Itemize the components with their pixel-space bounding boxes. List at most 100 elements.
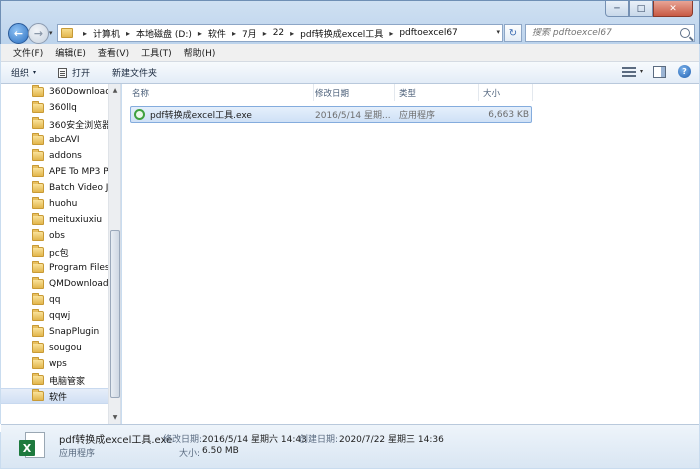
sidebar-item-label: 360安全浏览器 bbox=[49, 120, 108, 131]
breadcrumb-separator[interactable]: ▸ bbox=[290, 29, 294, 38]
details-filename: pdf转换成excel工具.exe bbox=[59, 435, 173, 446]
folder-icon bbox=[32, 261, 44, 273]
sidebar-item[interactable]: 360llq bbox=[1, 100, 108, 116]
search-input[interactable] bbox=[532, 28, 672, 38]
column-header-type[interactable]: 类型 bbox=[395, 84, 479, 101]
sidebar-item[interactable]: 软件 bbox=[1, 388, 108, 404]
sidebar-item[interactable]: wps bbox=[1, 356, 108, 372]
file-type: 应用程序 bbox=[399, 111, 436, 121]
breadcrumb-item[interactable]: 7月 bbox=[242, 27, 257, 40]
view-options-icon[interactable] bbox=[621, 66, 636, 78]
nav-scrollbar[interactable]: ▲ ▼ bbox=[108, 84, 120, 424]
organize-button[interactable]: 组织 ▾ bbox=[11, 66, 36, 79]
column-header-name[interactable]: 名称 bbox=[128, 84, 314, 101]
file-modified: 2016/5/14 星期... bbox=[315, 111, 391, 121]
sidebar-item[interactable]: pc包 bbox=[1, 244, 108, 260]
sidebar-item[interactable]: 360安全浏览器 bbox=[1, 116, 108, 132]
sidebar-item-label: 360llq bbox=[49, 103, 77, 113]
close-button[interactable]: ✕ bbox=[653, 1, 693, 17]
details-created-label: 创建日期: bbox=[299, 435, 339, 445]
refresh-button[interactable]: ↻ bbox=[504, 24, 522, 42]
preview-pane-icon[interactable] bbox=[653, 65, 666, 78]
sidebar-item[interactable]: huohu bbox=[1, 196, 108, 212]
sidebar-item[interactable]: obs bbox=[1, 228, 108, 244]
new-folder-button[interactable]: 新建文件夹 bbox=[112, 66, 157, 79]
address-dropdown[interactable]: ▾ bbox=[496, 28, 500, 36]
maximize-button[interactable]: □ bbox=[629, 1, 653, 17]
search-icon[interactable] bbox=[680, 28, 690, 38]
sidebar-item-label: addons bbox=[49, 151, 82, 161]
breadcrumb-item[interactable]: 22 bbox=[273, 28, 284, 38]
address-bar[interactable]: ▸ 计算机 ▸ 本地磁盘 (D:) ▸ 软件 ▸ 7月 ▸ 22 ▸ pdf转换成excel工具 ▸ pd… bbox=[57, 24, 503, 42]
breadcrumb-item[interactable]: pdftoexcel67 bbox=[399, 28, 457, 38]
folder-icon bbox=[32, 293, 44, 305]
sidebar-item[interactable]: 360Downloads bbox=[1, 84, 108, 100]
scroll-up-icon[interactable]: ▲ bbox=[109, 84, 120, 97]
sidebar-item[interactable]: APE To MP3 Pl bbox=[1, 164, 108, 180]
back-button[interactable]: ← bbox=[8, 23, 29, 44]
menu-item[interactable]: 查看(V) bbox=[92, 46, 135, 59]
scroll-down-icon[interactable]: ▼ bbox=[109, 411, 120, 424]
excel-file-icon: X bbox=[19, 432, 47, 460]
forward-button[interactable]: → bbox=[28, 23, 49, 44]
menu-item[interactable]: 编辑(E) bbox=[49, 46, 92, 59]
folder-icon bbox=[32, 181, 44, 193]
scrollbar-thumb[interactable] bbox=[110, 230, 120, 398]
menu-item[interactable]: 工具(T) bbox=[135, 46, 178, 59]
breadcrumb: ▸ 计算机 ▸ 本地磁盘 (D:) ▸ 软件 ▸ 7月 ▸ 22 ▸ pdf转换成excel工具 ▸ pd… bbox=[77, 27, 458, 40]
recent-pages-dropdown[interactable]: ▾ bbox=[49, 29, 53, 37]
column-header-modified[interactable]: 修改日期 bbox=[311, 84, 395, 101]
breadcrumb-separator[interactable]: ▸ bbox=[83, 29, 87, 38]
file-name-cell: pdf转换成excel工具.exe bbox=[134, 107, 314, 122]
help-icon[interactable]: ? bbox=[678, 65, 691, 78]
sidebar-item[interactable]: qqwj bbox=[1, 308, 108, 324]
breadcrumb-item[interactable]: pdf转换成excel工具 bbox=[300, 27, 383, 40]
title-bar: ─ □ ✕ ← → ▾ ▸ 计算机 ▸ 本地磁盘 (D:) ▸ 软件 ▸ 7月 ▸ 22 ▸ pdf转… bbox=[0, 0, 700, 44]
breadcrumb-separator[interactable]: ▸ bbox=[263, 29, 267, 38]
sidebar-item-label: APE To MP3 Pl bbox=[49, 167, 108, 177]
sidebar-item[interactable]: qq bbox=[1, 292, 108, 308]
sidebar-item[interactable]: Batch Video Jo bbox=[1, 180, 108, 196]
sidebar-item-label: 软件 bbox=[49, 392, 68, 403]
sidebar-item-label: Program Files bbox=[49, 263, 108, 273]
folder-icon bbox=[32, 197, 44, 209]
folder-icon bbox=[32, 357, 44, 369]
details-modified-label: 修改日期: bbox=[163, 435, 203, 445]
breadcrumb-item[interactable]: 本地磁盘 (D:) bbox=[136, 27, 192, 40]
breadcrumb-item[interactable]: 软件 bbox=[208, 27, 226, 40]
sidebar-item-label: qq bbox=[49, 295, 61, 305]
breadcrumb-separator[interactable]: ▸ bbox=[389, 29, 393, 38]
sidebar-item[interactable]: abcAVI bbox=[1, 132, 108, 148]
file-list[interactable]: 名称 修改日期 类型 大小 pdf转换成excel工具.exe 2016/5/1… bbox=[122, 84, 699, 432]
menu-item[interactable]: 文件(F) bbox=[7, 46, 49, 59]
sidebar-item[interactable]: SnapPlugin bbox=[1, 324, 108, 340]
breadcrumb-separator[interactable]: ▸ bbox=[198, 29, 202, 38]
sidebar-item[interactable]: addons bbox=[1, 148, 108, 164]
column-header-size[interactable]: 大小 bbox=[479, 84, 533, 101]
menu-item[interactable]: 帮助(H) bbox=[178, 46, 222, 59]
file-name: pdf转换成excel工具.exe bbox=[150, 111, 252, 121]
sidebar-item[interactable]: QMDownload bbox=[1, 276, 108, 292]
details-size-value: 6.50 MB bbox=[202, 446, 239, 456]
details-modified-value: 2016/5/14 星期六 14:43 bbox=[202, 435, 307, 445]
open-button[interactable]: 打开 bbox=[58, 66, 90, 79]
view-dropdown-icon[interactable]: ▾ bbox=[640, 68, 643, 75]
sidebar-item-label: 电脑管家 bbox=[49, 376, 86, 387]
sidebar-item[interactable]: sougou bbox=[1, 340, 108, 356]
table-row[interactable]: pdf转换成excel工具.exe 2016/5/14 星期... 应用程序 6… bbox=[130, 106, 532, 123]
breadcrumb-item[interactable]: 计算机 bbox=[93, 27, 120, 40]
folder-icon bbox=[32, 245, 44, 257]
navigation-pane[interactable]: 软件 电脑管家 wps sougou SnapPlugin qqwj qq QMDownloa… bbox=[1, 84, 121, 424]
sidebar-item[interactable]: Program Files bbox=[1, 260, 108, 276]
sidebar-item[interactable]: meituxiuxiu bbox=[1, 212, 108, 228]
breadcrumb-separator[interactable]: ▸ bbox=[126, 29, 130, 38]
details-created-value: 2020/7/22 星期三 14:36 bbox=[339, 435, 444, 445]
minimize-button[interactable]: ─ bbox=[605, 1, 629, 17]
sidebar-item[interactable]: 电脑管家 bbox=[1, 372, 108, 388]
sidebar-item-label: pc包 bbox=[49, 248, 69, 259]
application-icon bbox=[134, 109, 145, 120]
folder-icon bbox=[32, 373, 44, 385]
breadcrumb-separator[interactable]: ▸ bbox=[232, 29, 236, 38]
folder-icon bbox=[32, 277, 44, 289]
search-box[interactable] bbox=[525, 24, 695, 42]
